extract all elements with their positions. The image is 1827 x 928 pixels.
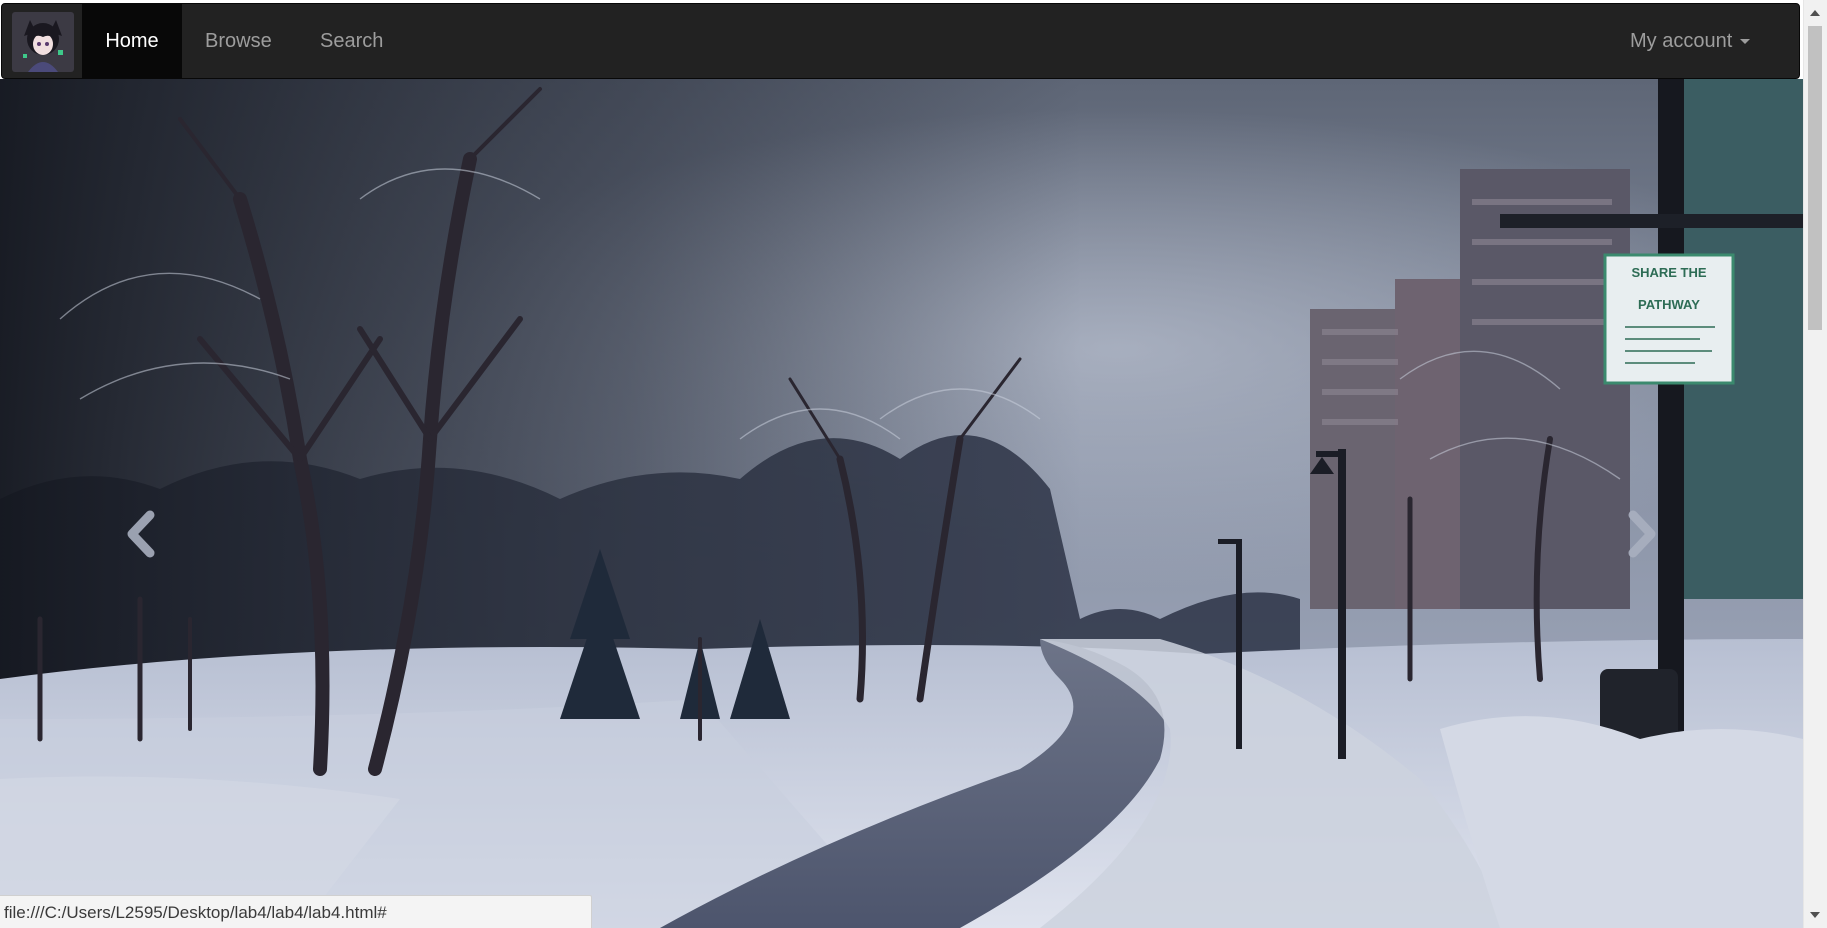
my-account-label: My account xyxy=(1630,30,1733,52)
caret-down-icon xyxy=(1740,39,1751,45)
top-navbar: Home Browse Search My account xyxy=(1,3,1800,79)
scrollbar-thumb[interactable] xyxy=(1808,26,1822,330)
chevron-left-icon xyxy=(127,510,155,558)
scroll-up-arrow-icon[interactable] xyxy=(1810,10,1820,16)
browser-viewport: Home Browse Search My account SHARE THE … xyxy=(0,0,1803,928)
sign-text-line1: SHARE THE xyxy=(1631,265,1706,280)
avatar-icon xyxy=(12,12,74,72)
chevron-right-icon xyxy=(1628,510,1656,558)
status-bar-url: file:///C:/Users/L2595/Desktop/lab4/lab4… xyxy=(0,895,592,928)
nav-item-search[interactable]: Search xyxy=(320,4,383,78)
my-account-dropdown[interactable]: My account xyxy=(1630,4,1751,78)
image-carousel: SHARE THE PATHWAY xyxy=(0,79,1803,928)
vertical-scrollbar[interactable] xyxy=(1803,0,1827,928)
brand-logo[interactable] xyxy=(12,12,74,72)
carousel-next-control[interactable] xyxy=(1563,359,1803,699)
scroll-down-arrow-icon[interactable] xyxy=(1810,912,1820,918)
carousel-slide-image: SHARE THE PATHWAY xyxy=(0,79,1803,928)
nav-item-browse[interactable]: Browse xyxy=(205,4,272,78)
sign-text-line2: PATHWAY xyxy=(1638,297,1700,312)
carousel-prev-control[interactable] xyxy=(0,359,240,699)
nav-item-home[interactable]: Home xyxy=(82,4,182,78)
